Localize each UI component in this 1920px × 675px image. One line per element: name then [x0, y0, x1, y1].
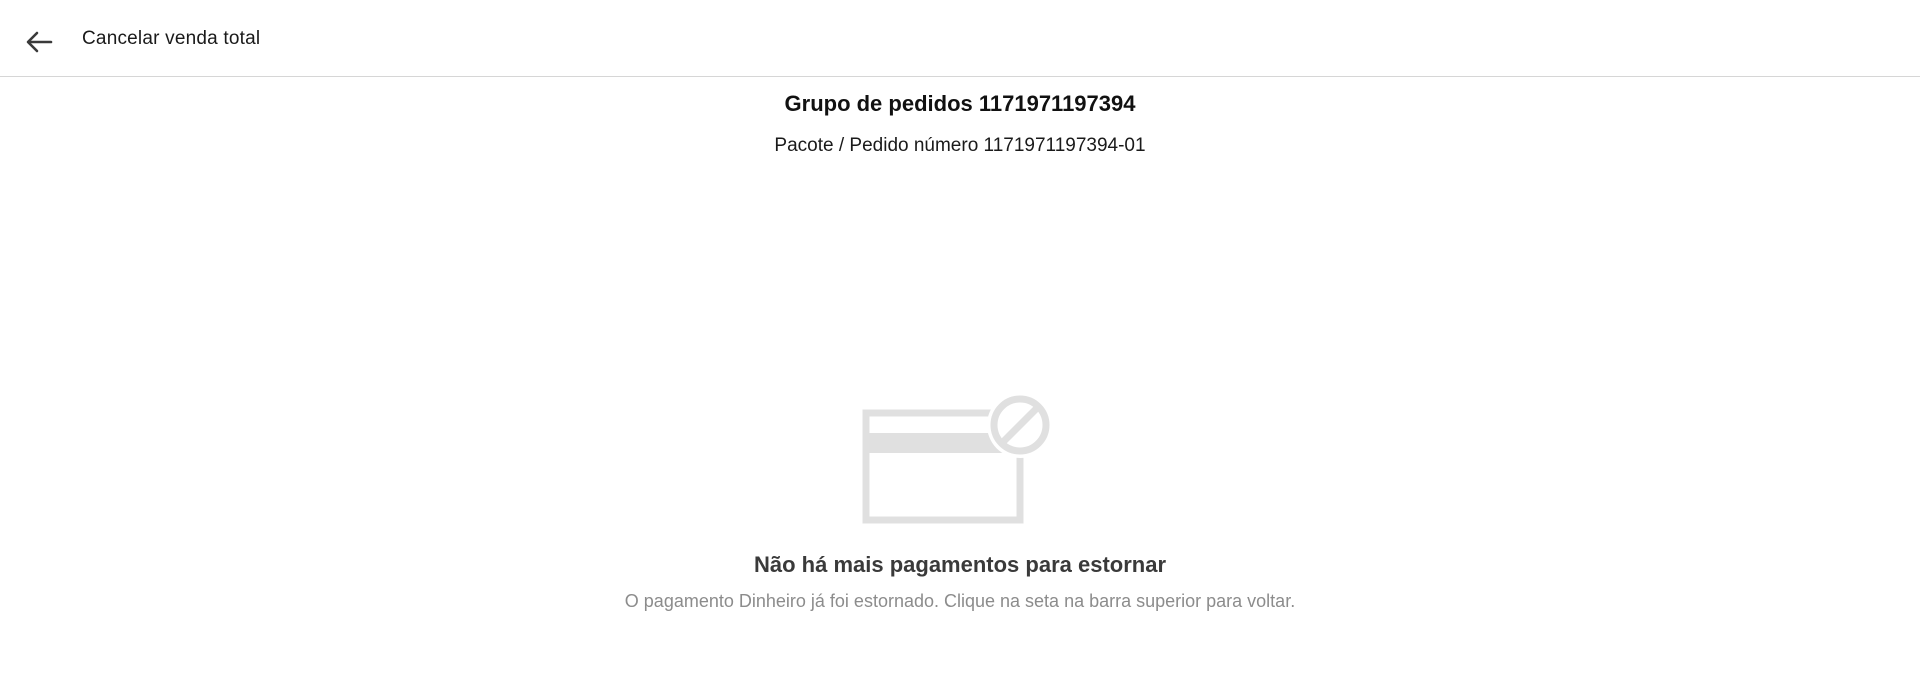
package-order-subtitle: Pacote / Pedido número 1171971197394-01 [774, 135, 1146, 156]
back-button[interactable] [18, 24, 60, 60]
arrow-left-icon [26, 31, 53, 53]
order-group-title: Grupo de pedidos 1171971197394 [784, 91, 1136, 116]
empty-state-description: O pagamento Dinheiro já foi estornado. C… [624, 591, 1296, 611]
page-title: Cancelar venda total [82, 28, 261, 49]
empty-state-title: Não há mais pagamentos para estornar [753, 552, 1167, 577]
card-blocked-icon [862, 392, 1053, 524]
top-bar: Cancelar venda total [0, 0, 1920, 77]
